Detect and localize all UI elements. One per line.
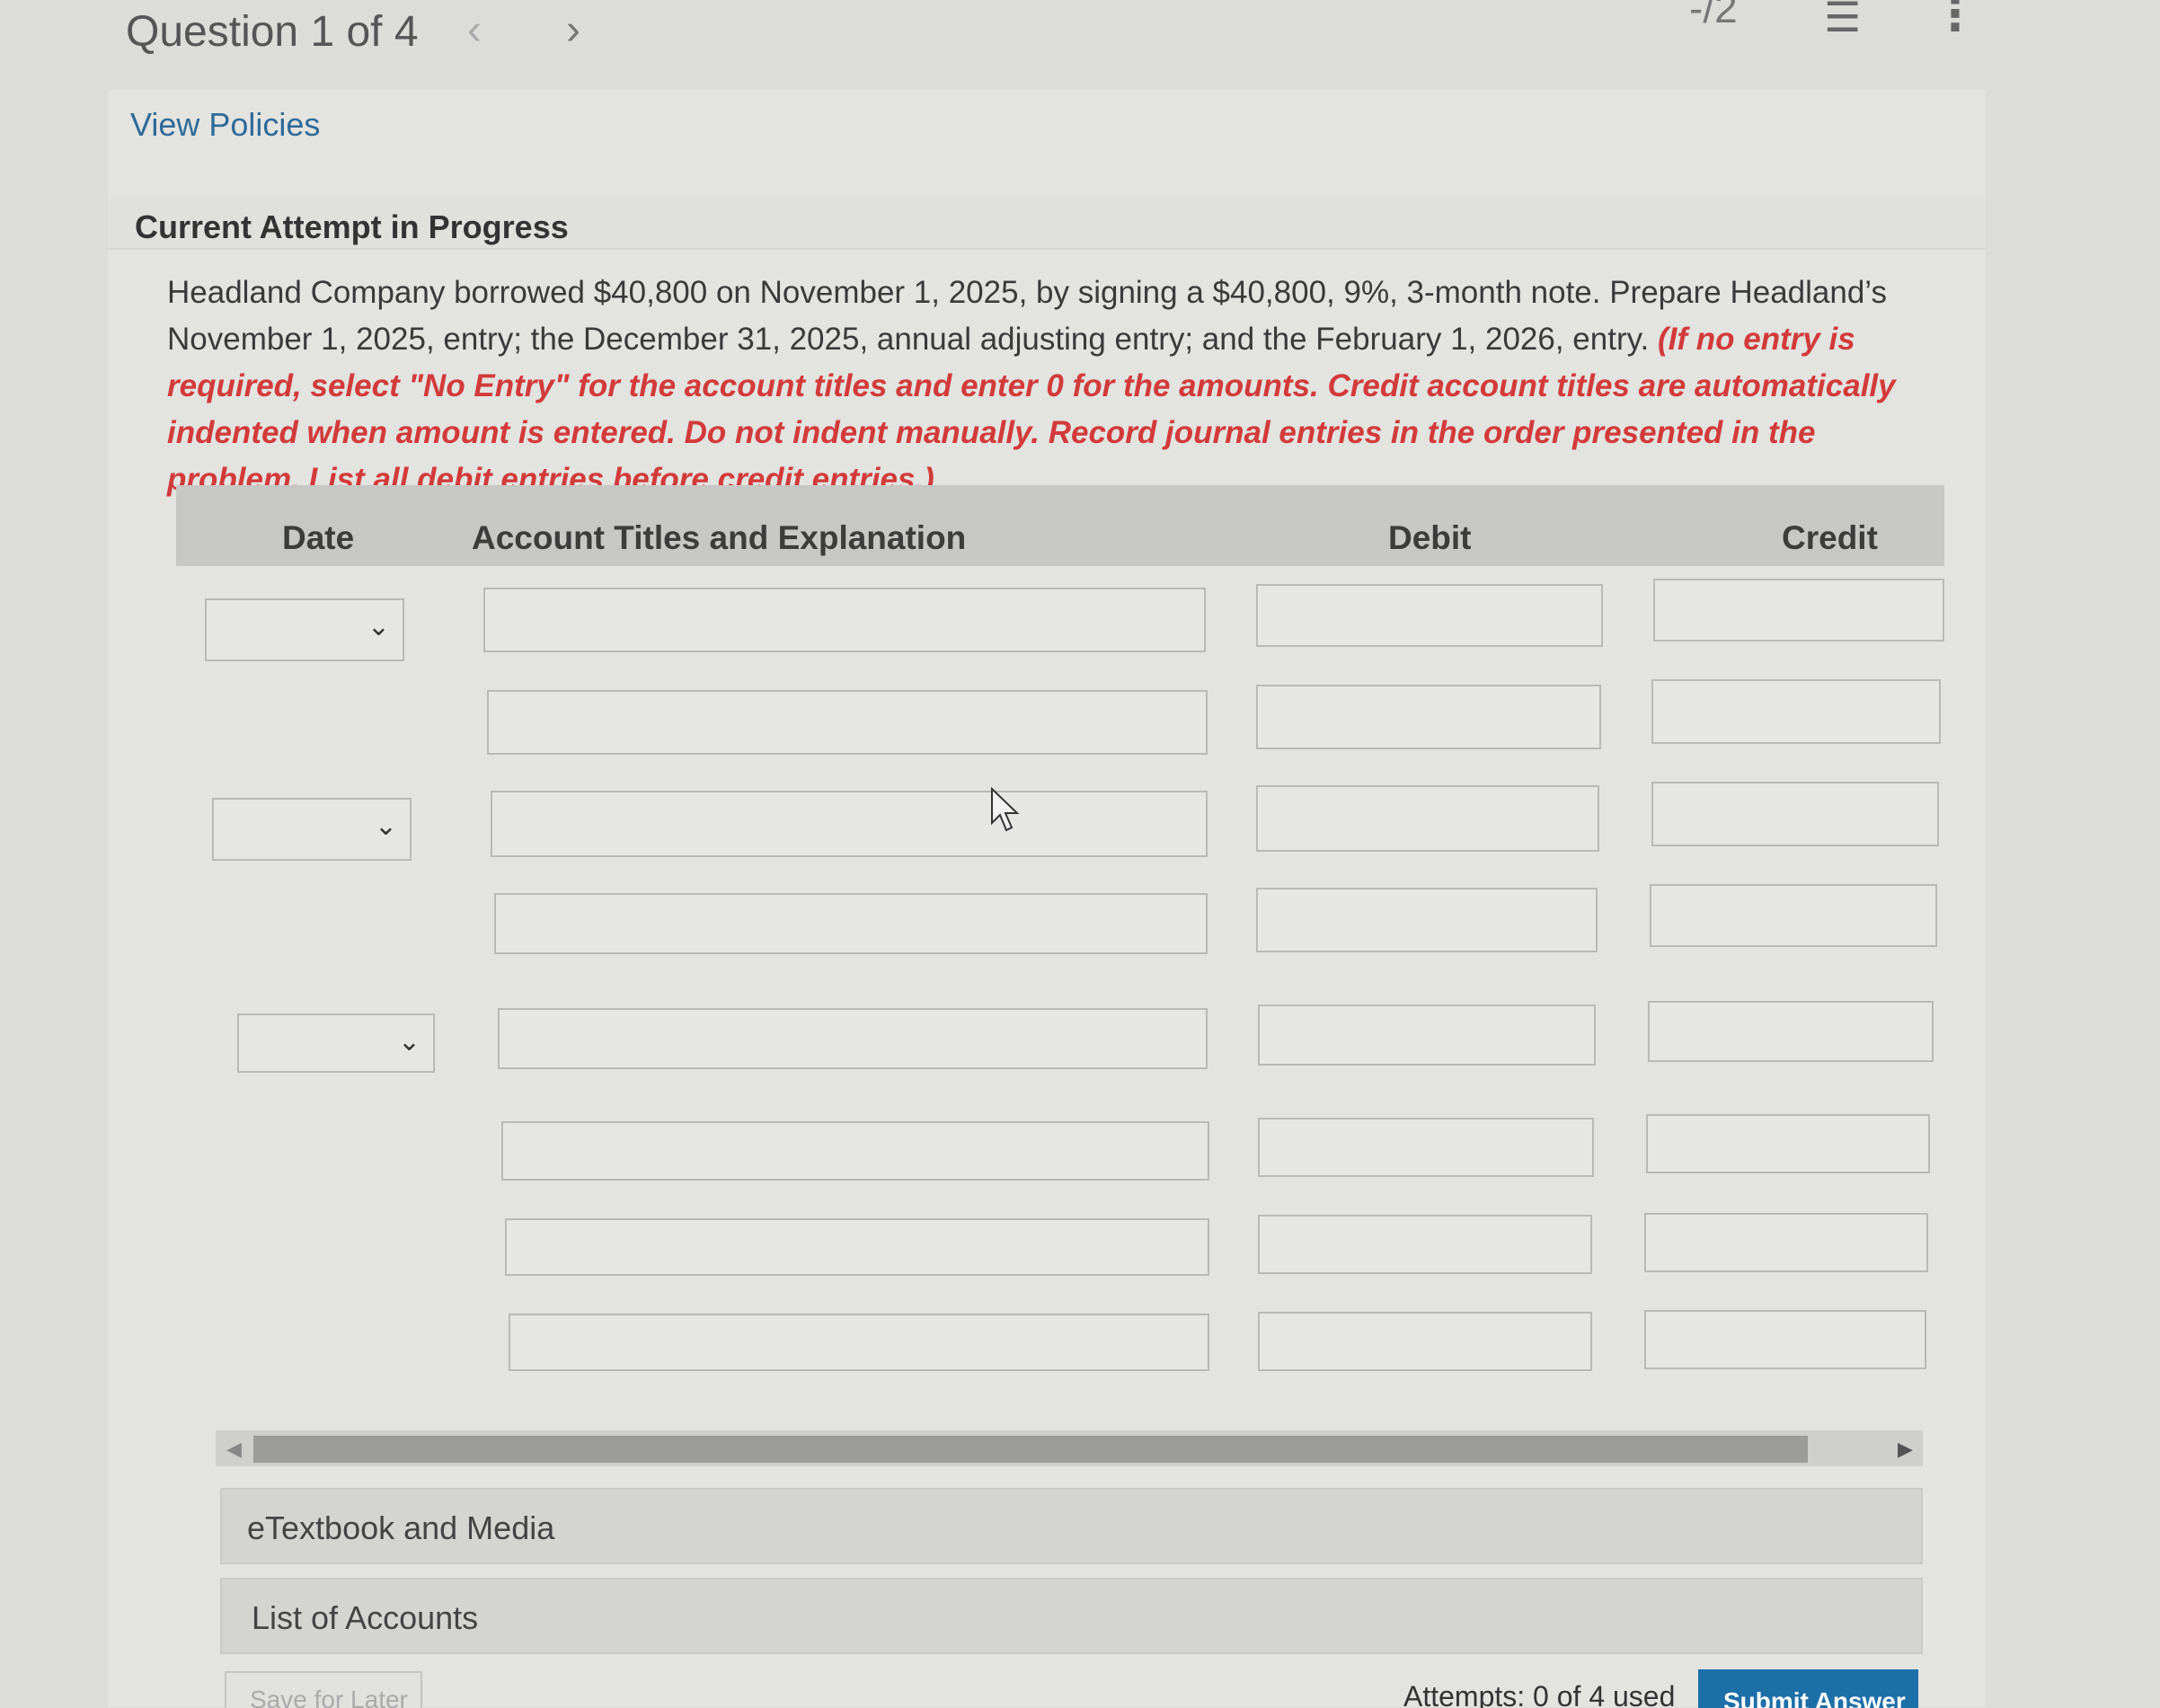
account-title-input[interactable]: [487, 690, 1208, 755]
attempt-status: Current Attempt in Progress: [135, 208, 569, 245]
mouse-cursor-icon: [991, 787, 1020, 832]
question-list-icon[interactable]: ☰: [1824, 0, 1861, 41]
debit-input[interactable]: [1258, 1004, 1596, 1066]
scroll-right-arrow-icon[interactable]: ▶: [1898, 1438, 1913, 1461]
credit-input[interactable]: [1648, 1001, 1934, 1062]
debit-input[interactable]: [1258, 1312, 1592, 1371]
account-title-input[interactable]: [491, 791, 1208, 857]
chevron-down-icon: ⌄: [397, 1027, 420, 1057]
chevron-right-icon[interactable]: ›: [566, 5, 580, 55]
chevron-down-icon: ⌄: [374, 811, 397, 841]
credit-input[interactable]: [1644, 1310, 1926, 1369]
scrollbar-thumb[interactable]: [253, 1436, 1808, 1463]
debit-input[interactable]: [1256, 888, 1598, 952]
account-column-header: Account Titles and Explanation: [472, 519, 967, 556]
credit-input[interactable]: [1644, 1213, 1928, 1272]
journal-table-header: [176, 485, 1944, 566]
date-column-header: Date: [282, 519, 355, 556]
date-select[interactable]: ⌄: [205, 598, 404, 661]
attempts-counter: Attempts: 0 of 4 used: [1403, 1680, 1676, 1708]
score: -/2: [1689, 0, 1738, 31]
debit-input[interactable]: [1258, 1215, 1592, 1274]
more-options-icon[interactable]: ⋮: [1932, 0, 1979, 41]
account-title-input[interactable]: [498, 1008, 1208, 1069]
credit-input[interactable]: [1651, 679, 1941, 744]
question-text: Headland Company borrowed $40,800 on Nov…: [167, 270, 1946, 503]
question-body: Headland Company borrowed $40,800 on Nov…: [167, 275, 1887, 357]
account-title-input[interactable]: [501, 1121, 1209, 1181]
date-select[interactable]: ⌄: [212, 798, 412, 861]
credit-input[interactable]: [1646, 1114, 1930, 1173]
account-title-input[interactable]: [505, 1218, 1209, 1276]
list-of-accounts-label: List of Accounts: [252, 1599, 479, 1636]
debit-input[interactable]: [1256, 685, 1601, 749]
debit-input[interactable]: [1256, 584, 1603, 647]
view-policies-link[interactable]: View Policies: [130, 106, 320, 144]
account-title-input[interactable]: [483, 588, 1206, 652]
etextbook-label: eTextbook and Media: [247, 1509, 555, 1546]
question-counter: Question 1 of 4: [126, 8, 419, 56]
credit-column-header: Credit: [1782, 519, 1878, 556]
date-select[interactable]: ⌄: [237, 1013, 435, 1073]
debit-input[interactable]: [1258, 1118, 1594, 1177]
credit-input[interactable]: [1651, 782, 1939, 846]
chevron-left-icon[interactable]: ‹: [467, 5, 482, 55]
debit-input[interactable]: [1256, 785, 1599, 852]
account-title-input[interactable]: [494, 893, 1208, 954]
scroll-left-arrow-icon[interactable]: ◀: [226, 1438, 242, 1461]
save-for-later-button[interactable]: Save for Later: [225, 1671, 422, 1708]
account-title-input[interactable]: [509, 1314, 1209, 1371]
credit-input[interactable]: [1650, 884, 1937, 947]
credit-input[interactable]: [1653, 579, 1944, 642]
chevron-down-icon: ⌄: [367, 612, 390, 642]
submit-answer-button[interactable]: Submit Answer: [1698, 1669, 1918, 1708]
debit-column-header: Debit: [1388, 519, 1472, 556]
